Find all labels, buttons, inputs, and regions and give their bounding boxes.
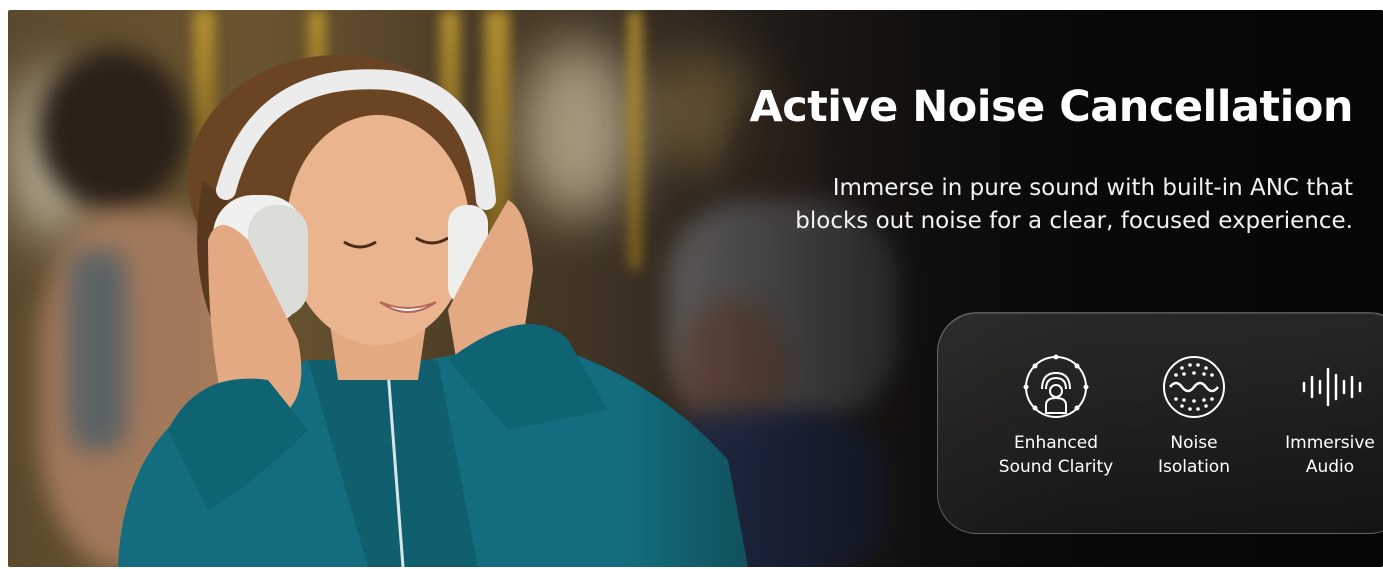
feature-label: Noise Isolation xyxy=(1158,433,1230,477)
anc-banner: Active Noise Cancellation Immerse in pur… xyxy=(8,10,1383,567)
immersive-audio-icon xyxy=(1302,367,1362,407)
banner-subtext: Immerse in pure sound with built-in ANC … xyxy=(795,175,1353,234)
banner-headline: Active Noise Cancellation xyxy=(749,82,1353,132)
feature-label: Immersive Audio xyxy=(1285,433,1375,477)
feature-immersive-audio: Immersive Audio xyxy=(1260,313,1383,533)
feature-label: Enhanced Sound Clarity xyxy=(998,433,1114,477)
feature-noise-isolation: Noise Isolation xyxy=(1124,313,1264,533)
sound-clarity-icon xyxy=(1023,354,1089,418)
noise-isolation-icon xyxy=(1163,356,1225,418)
feature-enhanced-sound-clarity: Enhanced Sound Clarity xyxy=(986,313,1126,533)
features-card: Enhanced Sound Clarity Noise Isolation I… xyxy=(937,312,1383,534)
